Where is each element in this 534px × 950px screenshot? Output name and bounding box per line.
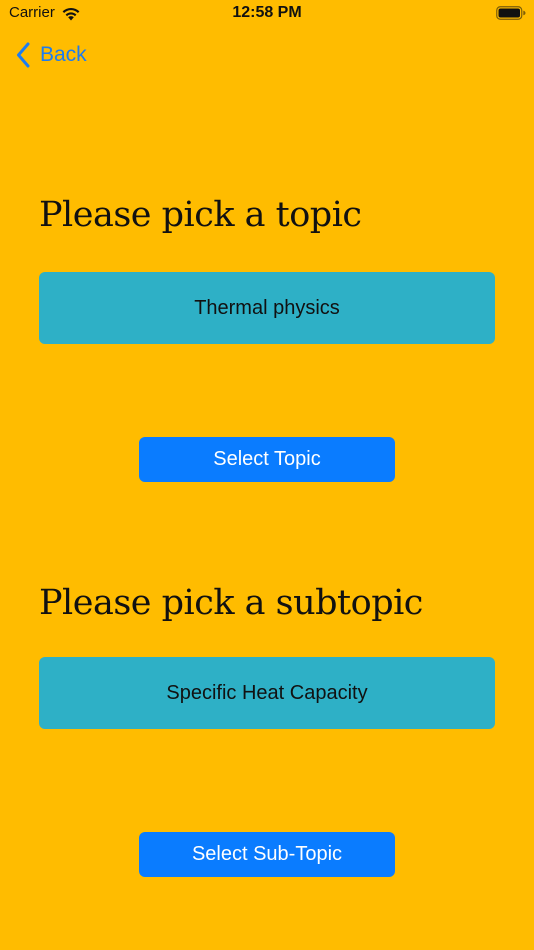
- chevron-left-icon: [17, 42, 30, 68]
- back-label: Back: [40, 43, 87, 66]
- status-bar: Carrier 12:58 PM: [0, 0, 534, 28]
- subtopic-heading: Please pick a subtopic: [39, 583, 423, 623]
- select-topic-button[interactable]: Select Topic: [139, 437, 395, 482]
- subtopic-picker-value: Specific Heat Capacity: [166, 681, 368, 704]
- subtopic-picker[interactable]: Specific Heat Capacity: [39, 657, 495, 729]
- select-subtopic-button[interactable]: Select Sub-Topic: [139, 832, 395, 877]
- topic-picker[interactable]: Thermal physics: [39, 272, 495, 344]
- back-button[interactable]: Back: [16, 40, 87, 70]
- status-time: 12:58 PM: [232, 4, 302, 21]
- battery-icon: [496, 6, 526, 20]
- topic-picker-value: Thermal physics: [194, 296, 340, 319]
- topic-heading: Please pick a topic: [39, 195, 362, 235]
